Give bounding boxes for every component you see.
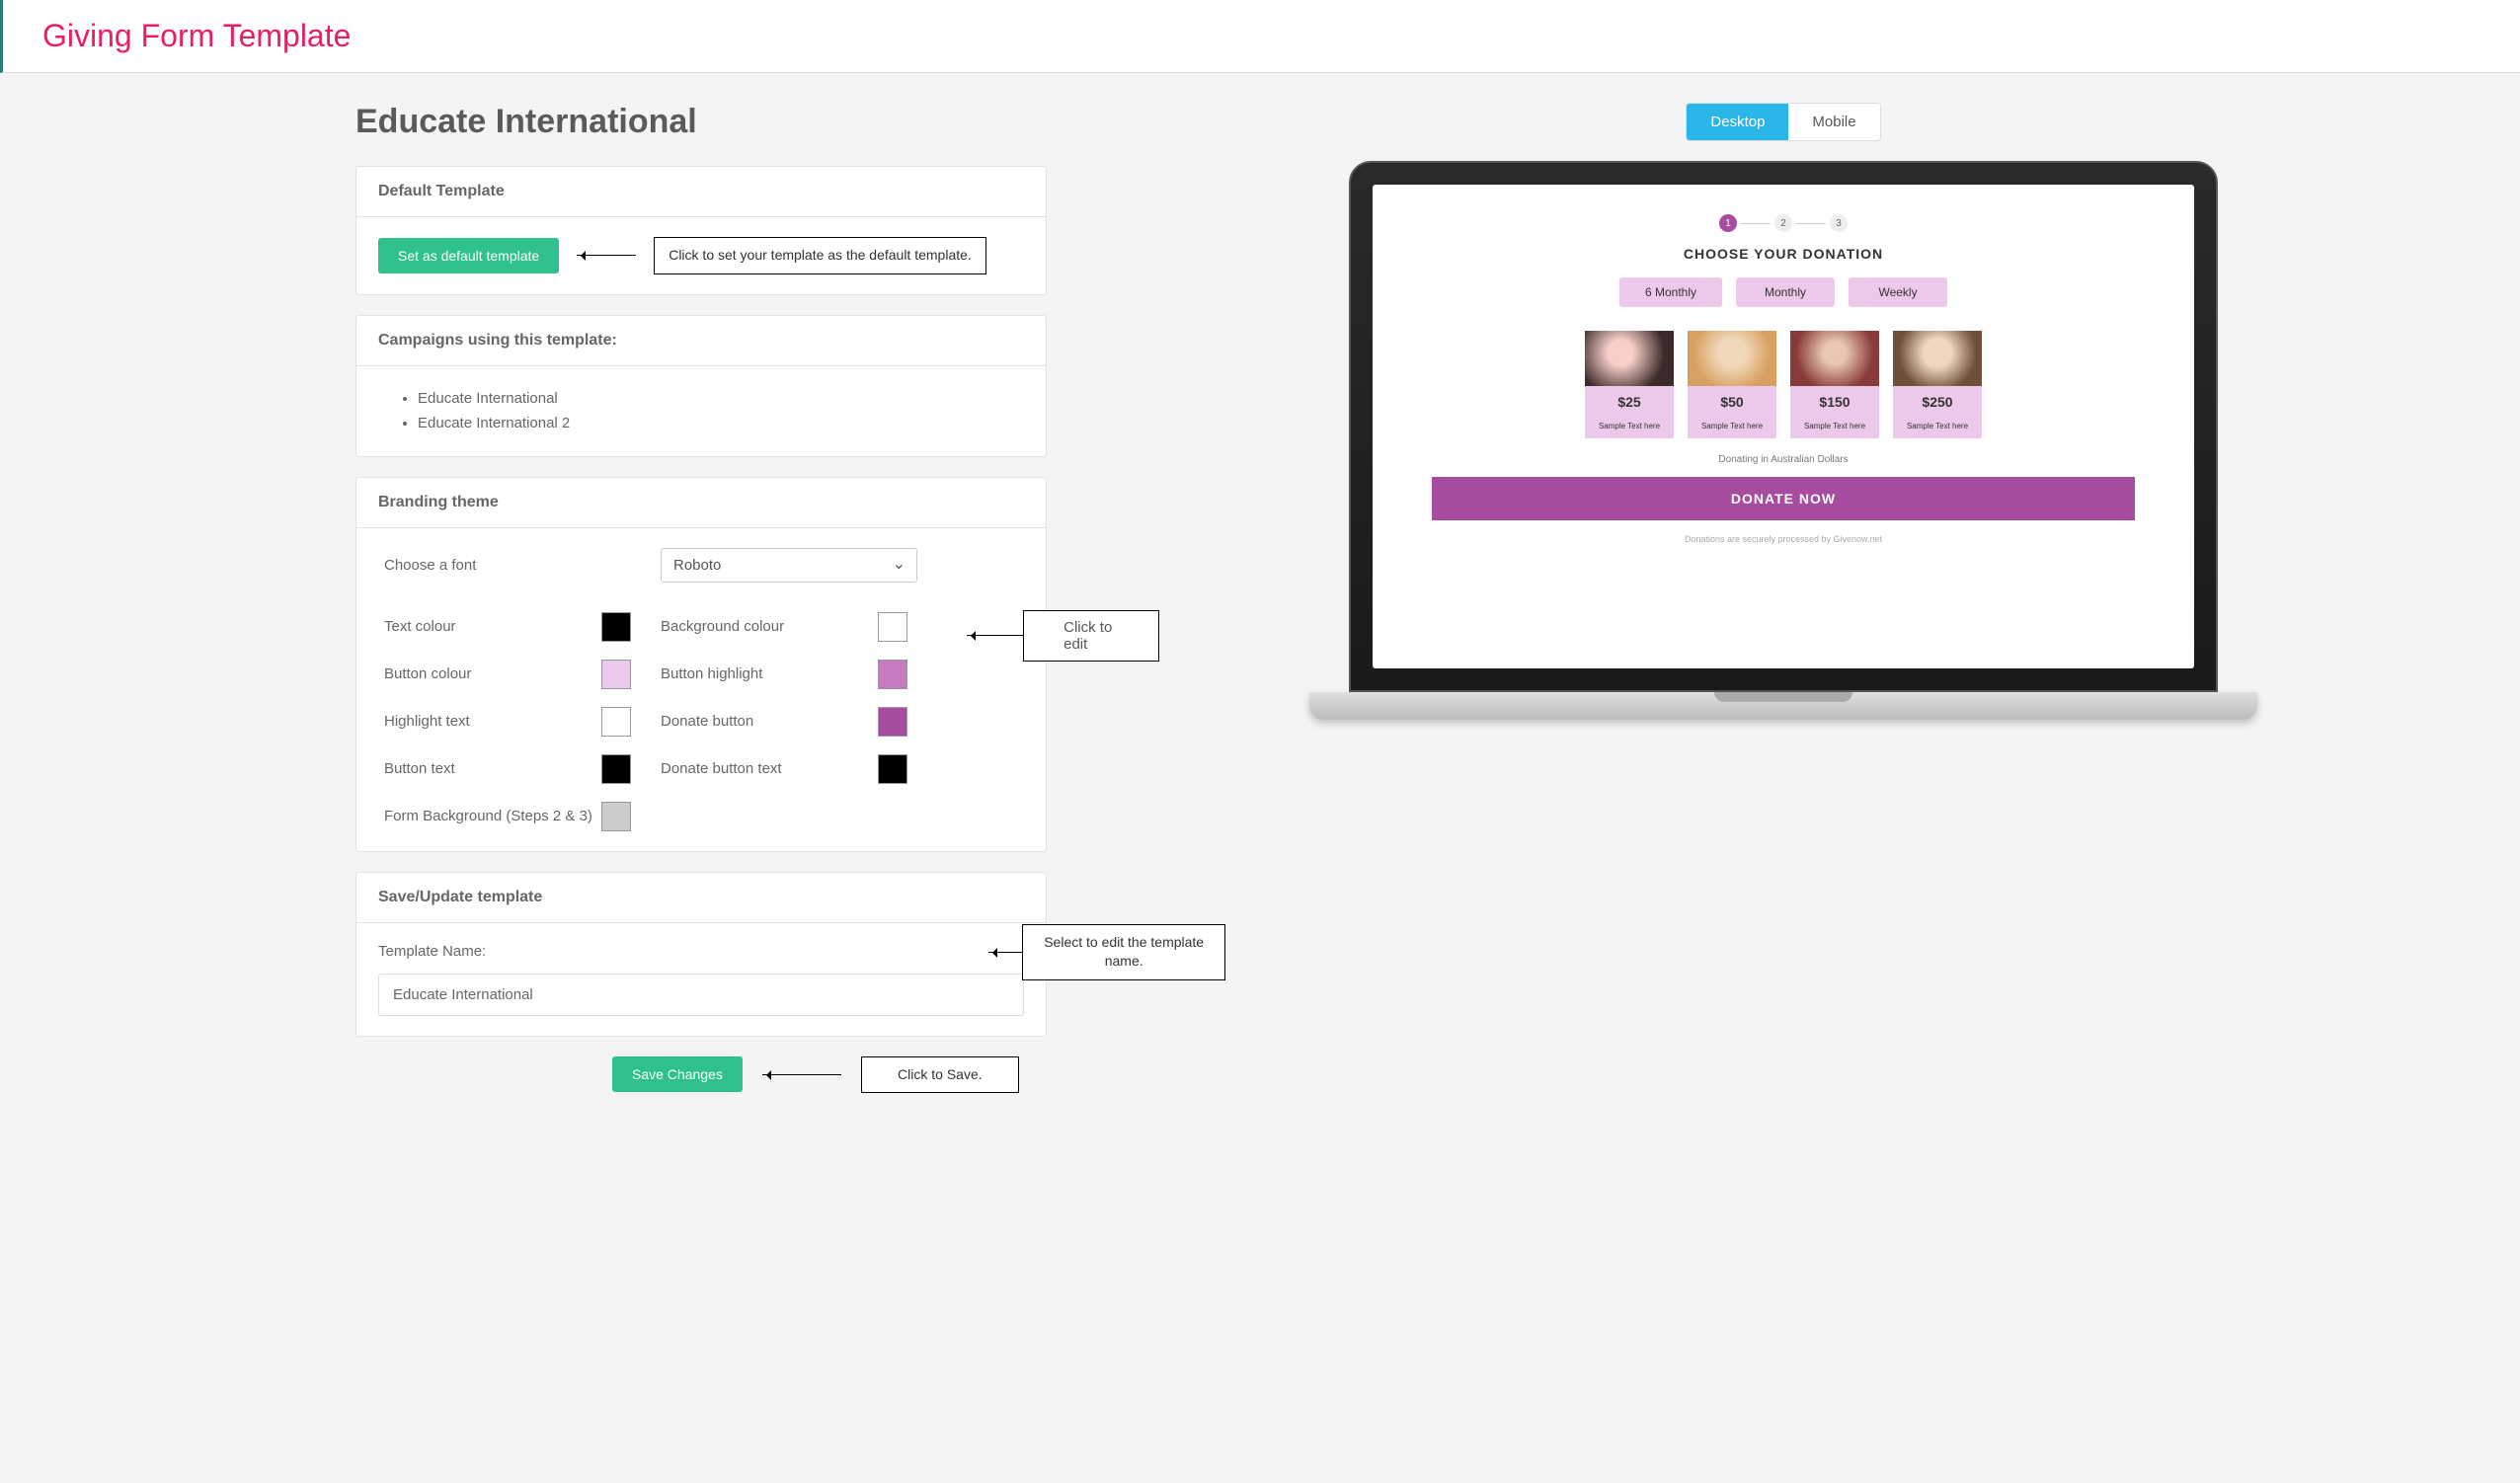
preview-note: Donating in Australian Dollars bbox=[1412, 454, 2155, 465]
donate-button-swatch[interactable] bbox=[878, 707, 907, 737]
amount-price: $150 bbox=[1790, 386, 1879, 418]
donate-button-text-swatch[interactable] bbox=[878, 754, 907, 784]
step-1: 1 bbox=[1719, 214, 1737, 232]
step-3: 3 bbox=[1830, 214, 1848, 232]
freq-monthly: Monthly bbox=[1736, 277, 1835, 307]
page-header: Giving Form Template bbox=[0, 0, 2520, 73]
amount-image bbox=[1790, 331, 1879, 386]
edit-callout-row: Click to edit bbox=[967, 610, 1159, 662]
amount-card: $250 Sample Text here bbox=[1893, 331, 1982, 438]
campaign-item: Educate International 2 bbox=[418, 411, 1024, 436]
preview-steps: 1 2 3 bbox=[1412, 214, 2155, 232]
amount-card: $25 Sample Text here bbox=[1585, 331, 1674, 438]
bg-colour-label: Background colour bbox=[661, 618, 878, 635]
preview-title: CHOOSE YOUR DONATION bbox=[1412, 246, 2155, 262]
frequency-row: 6 Monthly Monthly Weekly bbox=[1412, 277, 2155, 307]
arrow-icon bbox=[762, 1074, 841, 1075]
highlight-text-label: Highlight text bbox=[384, 713, 601, 730]
template-name-callout: Select to edit the template name. bbox=[1022, 924, 1225, 980]
amount-price: $250 bbox=[1893, 386, 1982, 418]
preview-footer: Donations are securely processed by Give… bbox=[1412, 534, 2155, 544]
donate-button-label: Donate button bbox=[661, 713, 878, 730]
campaigns-panel: Campaigns using this template: Educate I… bbox=[355, 315, 1047, 457]
button-colour-swatch[interactable] bbox=[601, 660, 631, 689]
font-label: Choose a font bbox=[384, 557, 601, 574]
amount-text: Sample Text here bbox=[1585, 418, 1674, 438]
save-changes-button[interactable]: Save Changes bbox=[612, 1056, 743, 1092]
amount-card: $150 Sample Text here bbox=[1790, 331, 1879, 438]
step-line bbox=[1796, 223, 1826, 224]
default-callout: Click to set your template as the defaul… bbox=[654, 237, 986, 274]
campaign-item: Educate International bbox=[418, 386, 1024, 412]
button-text-swatch[interactable] bbox=[601, 754, 631, 784]
arrow-icon bbox=[967, 635, 1023, 636]
step-2: 2 bbox=[1774, 214, 1792, 232]
button-text-label: Button text bbox=[384, 760, 601, 777]
preview-donate-button: DONATE NOW bbox=[1432, 477, 2135, 520]
template-name-callout-row: Select to edit the template name. bbox=[988, 924, 1225, 980]
campaigns-header: Campaigns using this template: bbox=[356, 316, 1046, 366]
arrow-icon bbox=[988, 952, 1022, 953]
freq-weekly: Weekly bbox=[1849, 277, 1947, 307]
page-title: Giving Form Template bbox=[42, 18, 2481, 54]
font-select[interactable]: Roboto bbox=[661, 548, 917, 583]
amount-text: Sample Text here bbox=[1893, 418, 1982, 438]
mobile-toggle[interactable]: Mobile bbox=[1788, 104, 1879, 140]
branding-header: Branding theme bbox=[356, 478, 1046, 528]
amount-text: Sample Text here bbox=[1790, 418, 1879, 438]
default-template-header: Default Template bbox=[356, 167, 1046, 217]
form-bg-label: Form Background (Steps 2 & 3) bbox=[384, 808, 601, 824]
amount-card: $50 Sample Text here bbox=[1688, 331, 1776, 438]
freq-6monthly: 6 Monthly bbox=[1619, 277, 1722, 307]
amount-image bbox=[1688, 331, 1776, 386]
amount-text: Sample Text here bbox=[1688, 418, 1776, 438]
donate-button-text-label: Donate button text bbox=[661, 760, 878, 777]
form-bg-swatch[interactable] bbox=[601, 802, 631, 831]
branding-panel: Branding theme Choose a font Roboto Text… bbox=[355, 477, 1047, 852]
campaigns-list: Educate International Educate Internatio… bbox=[378, 386, 1024, 436]
button-colour-label: Button colour bbox=[384, 665, 601, 682]
step-line bbox=[1741, 223, 1771, 224]
text-colour-label: Text colour bbox=[384, 618, 601, 635]
desktop-toggle[interactable]: Desktop bbox=[1687, 104, 1788, 140]
set-default-button[interactable]: Set as default template bbox=[378, 238, 559, 273]
save-update-header: Save/Update template bbox=[356, 873, 1046, 923]
arrow-icon bbox=[577, 255, 636, 256]
organization-title: Educate International bbox=[355, 103, 1047, 141]
save-callout: Click to Save. bbox=[861, 1056, 1019, 1094]
amount-image bbox=[1893, 331, 1982, 386]
amount-price: $50 bbox=[1688, 386, 1776, 418]
save-update-panel: Save/Update template Template Name: Sele… bbox=[355, 872, 1047, 1037]
amount-image bbox=[1585, 331, 1674, 386]
laptop-base bbox=[1309, 692, 2257, 720]
laptop-preview: 1 2 3 CHOOSE YOUR DONATION 6 Monthly Mon… bbox=[1349, 161, 2218, 720]
button-highlight-label: Button highlight bbox=[661, 665, 878, 682]
bg-colour-swatch[interactable] bbox=[878, 612, 907, 642]
default-template-panel: Default Template Set as default template… bbox=[355, 166, 1047, 295]
template-name-label: Template Name: bbox=[378, 943, 1024, 960]
view-toggle: Desktop Mobile bbox=[1686, 103, 1880, 141]
button-highlight-swatch[interactable] bbox=[878, 660, 907, 689]
text-colour-swatch[interactable] bbox=[601, 612, 631, 642]
amount-price: $25 bbox=[1585, 386, 1674, 418]
highlight-text-swatch[interactable] bbox=[601, 707, 631, 737]
amount-row: $25 Sample Text here $50 Sample Text her… bbox=[1412, 331, 2155, 438]
template-name-input[interactable] bbox=[378, 974, 1024, 1016]
edit-callout: Click to edit bbox=[1023, 610, 1158, 662]
